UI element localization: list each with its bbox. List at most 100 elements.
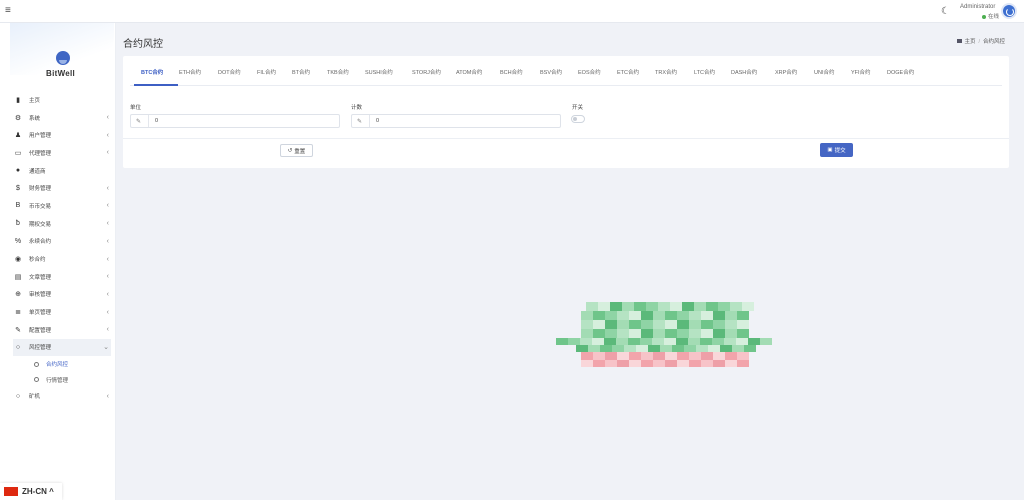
brand-background xyxy=(10,23,114,75)
sidebar-item-label: 秒合约 xyxy=(29,257,46,264)
sidebar-subitem-label: 合约风控 xyxy=(46,362,69,369)
tab-contract[interactable]: STORJ合约 xyxy=(412,68,441,76)
chevron-left-icon: ‹ xyxy=(106,392,109,400)
sidebar-item-label: 财务管理 xyxy=(29,186,52,193)
tab-contract[interactable]: ATOM合约 xyxy=(456,68,482,76)
count-label: 计数 xyxy=(351,105,363,111)
sidebar-item[interactable]: ◉ 秒合约 ‹ xyxy=(13,250,111,268)
menu-toggle-icon[interactable]: ≡ xyxy=(5,5,11,17)
sidebar-item-label: 币币交易 xyxy=(29,203,52,210)
chevron-left-icon: ‹ xyxy=(106,237,109,245)
breadcrumb-current: 合约风控 xyxy=(982,39,1005,45)
sidebar-item[interactable]: ▭ 代理管理 ‹ xyxy=(13,144,111,162)
sidebar-item[interactable]: ○ 风控管理 ⌄ xyxy=(13,338,111,357)
circle-icon xyxy=(34,377,39,383)
dark-mode-icon[interactable]: ☾ xyxy=(941,6,950,17)
unit-value: 0 xyxy=(155,118,159,124)
newspaper-icon: ▤ xyxy=(14,273,22,281)
top-bar: ≡ ☾ Administrator 在线 xyxy=(0,0,1024,23)
wrench-icon: ✎ xyxy=(15,326,21,334)
chevron-left-icon: ‹ xyxy=(106,114,109,122)
sidebar-item[interactable]: ≣ 单页管理 ‹ xyxy=(13,303,111,321)
circle-icon: ○ xyxy=(15,392,21,400)
unit-label: 单位 xyxy=(130,105,142,111)
sidebar-subitem[interactable]: 行情管理 xyxy=(13,372,111,388)
sidebar-item[interactable]: ⊕ 审核管理 ‹ xyxy=(13,286,111,304)
sidebar-item-label: 系统 xyxy=(29,115,41,122)
chevron-left-icon: ‹ xyxy=(106,273,109,281)
circle-icon: ○ xyxy=(15,343,21,351)
switch-toggle[interactable] xyxy=(571,115,585,123)
contract-tabs: BTC合约 ETH合约 DOT合约 FIL合约 BT合约 TKB合约 SUSHI合约 STOR… xyxy=(130,60,1002,86)
tab-contract[interactable]: BT合约 xyxy=(292,68,310,76)
tab-contract[interactable]: BSV合约 xyxy=(540,68,562,76)
tab-contract[interactable]: DOT合约 xyxy=(218,68,241,76)
tab-contract[interactable]: DOGE合约 xyxy=(887,68,914,76)
chevron-left-icon: ‹ xyxy=(106,184,109,192)
tab-contract[interactable]: ETH合约 xyxy=(179,68,201,76)
sidebar-item[interactable]: % 永续合约 ‹ xyxy=(13,233,111,251)
pencil-icon: ✎ xyxy=(136,119,142,125)
active-tab-underline xyxy=(134,84,178,86)
sidebar-item[interactable]: ○ 矿机 ‹ xyxy=(13,387,111,405)
brand-name: BitWell xyxy=(46,69,76,78)
sidebar-item-label: 期权交易 xyxy=(29,221,52,228)
sidebar-item-label: 主页 xyxy=(29,97,41,104)
sidebar-item[interactable]: ▤ 文章管理 ‹ xyxy=(13,268,111,286)
count-field[interactable]: ✎ 0 xyxy=(351,114,561,128)
tab-contract[interactable]: ETC合约 xyxy=(617,68,639,76)
sidebar-item-label: 永续合约 xyxy=(29,239,52,246)
bitcoin-small-icon: ƀ xyxy=(16,220,20,228)
sidebar-nav: ▮ 主页 ⚙ 系统 ‹ ♟ 用户管理 ‹ ▭ 代理管理 ‹ ● 通道商 $ 财务管理 ‹ B 币币交易 ‹ ƀ 期权交易… xyxy=(13,91,111,405)
china-flag-icon xyxy=(4,487,18,496)
tab-contract[interactable]: FIL合约 xyxy=(257,68,276,76)
submit-button[interactable]: ▣ 提交 xyxy=(820,143,853,157)
tab-contract[interactable]: SUSHI合约 xyxy=(365,68,393,76)
switch-label: 开关 xyxy=(572,105,584,111)
tab-contract[interactable]: EOS合约 xyxy=(578,68,601,76)
page-title: 合约风控 xyxy=(123,39,163,50)
language-label: ZH-CN ^ xyxy=(22,487,54,496)
sidebar-item-label: 矿机 xyxy=(29,394,41,401)
sidebar-item[interactable]: ƀ 期权交易 ‹ xyxy=(13,215,111,233)
sidebar-item-label: 配置管理 xyxy=(29,327,52,334)
lifebuoy-icon: ⊕ xyxy=(15,291,21,299)
tab-contract[interactable]: TKB合约 xyxy=(327,68,349,76)
tab-contract[interactable]: BTC合约 xyxy=(141,68,163,76)
reset-button[interactable]: ↺ 重置 xyxy=(280,144,313,157)
circle-icon xyxy=(34,361,39,367)
undo-icon: ↺ xyxy=(287,147,293,154)
tab-contract[interactable]: TRX合约 xyxy=(655,68,677,76)
sidebar-item[interactable]: ⚙ 系统 ‹ xyxy=(13,109,111,127)
chevron-left-icon: ‹ xyxy=(106,290,109,298)
circle-dot-icon: ◉ xyxy=(14,256,22,264)
sidebar-item-label: 用户管理 xyxy=(29,133,52,140)
sidebar-item[interactable]: ✎ 配置管理 ‹ xyxy=(13,321,111,339)
language-switcher[interactable]: ZH-CN ^ xyxy=(0,483,62,500)
breadcrumb-home[interactable]: 主页 xyxy=(964,39,975,45)
tab-contract[interactable]: YFI合约 xyxy=(851,68,871,76)
tab-contract[interactable]: LTC合约 xyxy=(694,68,715,76)
sidebar-item-label: 风控管理 xyxy=(29,345,52,352)
list-icon: ≣ xyxy=(15,309,21,317)
tab-contract[interactable]: XRP合约 xyxy=(775,68,797,76)
link-icon: % xyxy=(14,237,22,245)
home-icon xyxy=(957,39,963,43)
tab-contract[interactable]: DASH合约 xyxy=(731,68,757,76)
users-icon: ♟ xyxy=(14,132,22,140)
sidebar-item-label: 通道商 xyxy=(29,168,46,175)
sidebar-item[interactable]: ● 通道商 xyxy=(13,162,111,180)
sidebar-item[interactable]: ♟ 用户管理 ‹ xyxy=(13,126,111,144)
tab-contract[interactable]: BCH合约 xyxy=(500,68,523,76)
chevron-left-icon: ‹ xyxy=(106,255,109,263)
chevron-left-icon: ‹ xyxy=(106,149,109,157)
sidebar-item[interactable]: ▮ 主页 xyxy=(13,91,111,109)
unit-field[interactable]: ✎ 0 xyxy=(130,114,340,128)
tab-contract[interactable]: UNI合约 xyxy=(814,68,834,76)
sidebar-subitem[interactable]: 合约风控 xyxy=(13,356,111,372)
sidebar-item[interactable]: $ 财务管理 ‹ xyxy=(13,179,111,197)
sidebar-item[interactable]: B 币币交易 ‹ xyxy=(13,197,111,215)
avatar[interactable] xyxy=(1001,3,1017,19)
sidebar-item-label: 文章管理 xyxy=(29,274,52,281)
sidebar: BitWell ▮ 主页 ⚙ 系统 ‹ ♟ 用户管理 ‹ ▭ 代理管理 ‹ ● 通道商 $ 财务管理 ‹ B 币币… xyxy=(0,23,116,500)
